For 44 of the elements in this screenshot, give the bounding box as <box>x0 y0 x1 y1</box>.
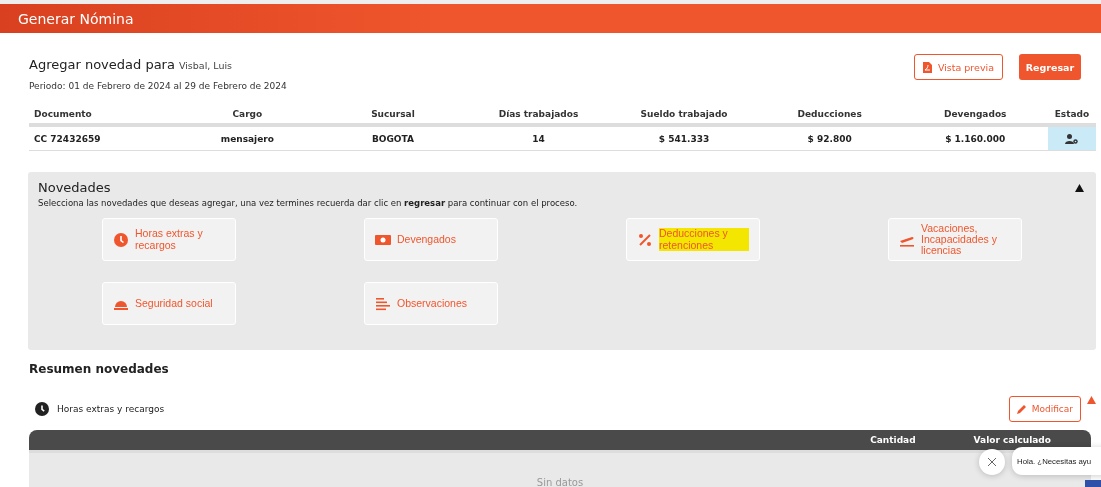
novedad-option[interactable]: Horas extras y recargos <box>102 218 236 261</box>
preview-button[interactable]: Vista previa <box>913 54 1003 80</box>
summary-title: Resumen novedades <box>29 362 170 376</box>
employee-name: Visbal, Luis <box>178 60 233 71</box>
column-header: Devengados <box>902 105 1048 127</box>
panel-title: Novedades <box>38 180 111 195</box>
percent-icon <box>637 231 653 248</box>
column-header: Días trabajados <box>465 105 612 127</box>
table-cell: $ 92.800 <box>756 127 903 151</box>
pencil-icon <box>1016 404 1027 414</box>
column-header: Sucursal <box>320 105 466 127</box>
section-label: Horas extras y recargos <box>57 404 165 414</box>
column-header: Documento <box>29 105 175 127</box>
novedad-option[interactable]: Observaciones <box>364 282 498 325</box>
empty-message: Sin datos <box>536 477 584 487</box>
column-header: Cargo <box>174 105 321 127</box>
clock-icon <box>113 231 129 248</box>
table-cell: 14 <box>465 127 612 151</box>
edit-button[interactable]: Modificar <box>1008 396 1081 422</box>
lines-icon <box>375 295 391 312</box>
status-button[interactable] <box>1048 127 1096 151</box>
header-title: Generar Nómina <box>18 10 134 27</box>
panel-description: Selecciona las novedades que deseas agregar, una vez termines recuerda dar clic en regresar para continuar con el proceso. <box>38 198 579 208</box>
novedad-option[interactable]: Vacaciones, Incapacidades y licencias <box>888 218 1022 261</box>
novedad-option[interactable]: Deducciones y retenciones <box>626 218 760 261</box>
table-cell: $ 1.160.000 <box>902 127 1048 151</box>
column-header: Sueldo trabajado <box>611 105 757 127</box>
novedad-option[interactable]: Seguridad social <box>102 282 236 325</box>
column-header: Valor calculado <box>973 435 1051 445</box>
column-header: Cantidad <box>870 435 916 445</box>
period-text: Periodo: 01 de Febrero de 2024 al 29 de Febrero de 2024 <box>29 81 287 91</box>
collapse-icon[interactable] <box>1075 184 1084 192</box>
column-header: Deducciones <box>756 105 903 127</box>
clock-icon <box>35 402 49 416</box>
novedad-option[interactable]: Devengados <box>364 218 498 261</box>
page-heading: Agregar novedad para <box>29 57 175 72</box>
close-icon <box>987 457 997 467</box>
pdf-icon <box>922 61 932 73</box>
table-cell: $ 541.333 <box>611 127 757 151</box>
table-cell: BOGOTA <box>320 127 466 151</box>
table-cell: CC 72432659 <box>29 127 175 151</box>
back-button[interactable]: Regresar <box>1019 54 1081 80</box>
user-gear-icon <box>1065 133 1079 144</box>
table-cell: mensajero <box>174 127 321 151</box>
